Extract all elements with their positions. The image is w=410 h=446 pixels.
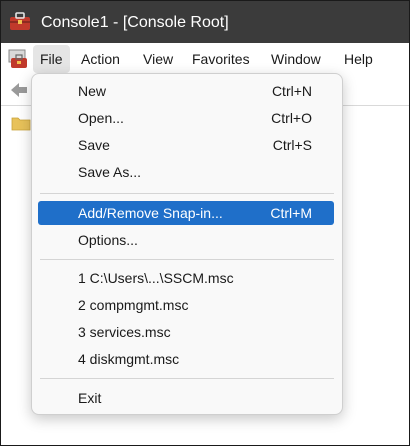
menu-item-recent-2[interactable]: 2 compmgmt.msc bbox=[38, 293, 334, 317]
menu-file[interactable]: File bbox=[33, 45, 70, 73]
system-menu-icon[interactable] bbox=[7, 48, 29, 70]
menu-item-recent-1[interactable]: 1 C:\Users\...\SSCM.msc bbox=[38, 266, 334, 290]
menu-item-options[interactable]: Options... bbox=[38, 228, 334, 252]
menu-item-add-remove-snap-in[interactable]: Add/Remove Snap-in... Ctrl+M bbox=[38, 201, 334, 225]
menu-favorites[interactable]: Favorites bbox=[185, 45, 257, 73]
menu-item-new[interactable]: New Ctrl+N bbox=[38, 79, 334, 103]
menu-separator bbox=[40, 378, 334, 379]
menu-window[interactable]: Window bbox=[264, 45, 328, 73]
menu-item-recent-4[interactable]: 4 diskmgmt.msc bbox=[38, 347, 334, 371]
menu-separator bbox=[40, 259, 334, 260]
menu-item-exit[interactable]: Exit bbox=[38, 386, 334, 410]
menu-separator bbox=[40, 193, 334, 194]
folder-icon[interactable] bbox=[11, 115, 31, 131]
mmc-window: Console1 - [Console Root] File Action Vi… bbox=[0, 0, 410, 446]
menu-item-save-as[interactable]: Save As... bbox=[38, 160, 334, 184]
window-title: Console1 - [Console Root] bbox=[41, 14, 229, 31]
menu-item-open[interactable]: Open... Ctrl+O bbox=[38, 106, 334, 130]
mmc-toolbox-icon bbox=[10, 12, 30, 30]
menu-view[interactable]: View bbox=[136, 45, 180, 73]
menu-item-save[interactable]: Save Ctrl+S bbox=[38, 133, 334, 157]
file-menu-dropdown: New Ctrl+N Open... Ctrl+O Save Ctrl+S Sa… bbox=[31, 73, 343, 415]
menu-help[interactable]: Help bbox=[337, 45, 380, 73]
menu-item-recent-3[interactable]: 3 services.msc bbox=[38, 320, 334, 344]
menu-action[interactable]: Action bbox=[74, 45, 127, 73]
menu-bar: File Action View Favorites Window Help bbox=[1, 43, 409, 75]
title-bar[interactable]: Console1 - [Console Root] bbox=[1, 1, 409, 43]
back-arrow-icon[interactable] bbox=[9, 81, 29, 99]
